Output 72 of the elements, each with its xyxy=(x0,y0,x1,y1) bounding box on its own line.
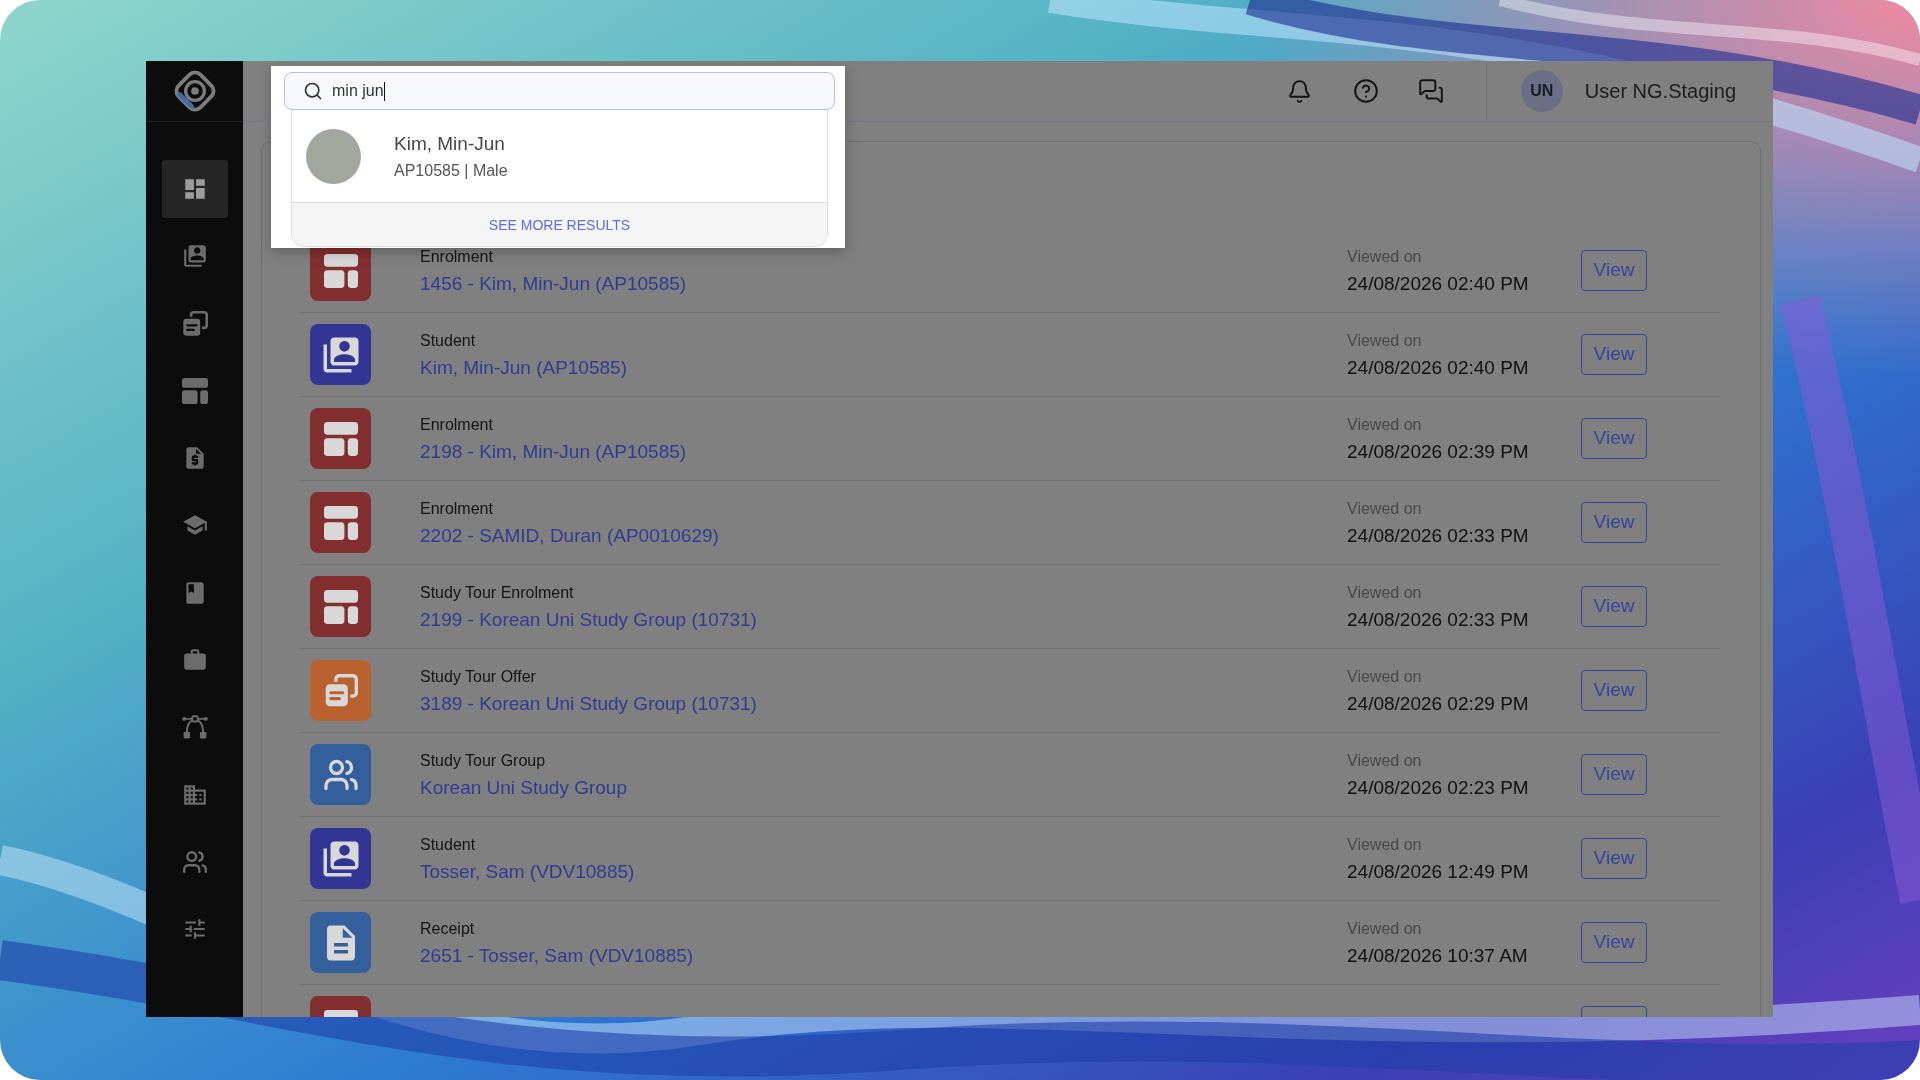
layout-icon xyxy=(310,408,371,469)
viewed-date: 24/08/2026 02:40 PM xyxy=(1347,273,1530,295)
text-caret-icon xyxy=(383,81,385,101)
view-button[interactable]: View xyxy=(1581,754,1647,795)
viewed-on-label: Viewed on xyxy=(1347,753,1423,769)
viewed-date: 24/08/2026 10:37 AM xyxy=(1347,945,1529,967)
record-type-label: Enrolment xyxy=(420,417,494,433)
search-icon xyxy=(303,81,323,101)
record-type-label: Study Tour Enrolment xyxy=(420,585,575,601)
record-type-label: Student xyxy=(420,333,477,349)
record-link[interactable]: 2199 - Korean Uni Study Group (10731) xyxy=(420,609,757,631)
viewed-date: 24/08/2026 02:33 PM xyxy=(1347,525,1530,547)
result-details: AP10585 | Male xyxy=(394,161,508,180)
viewed-on-label: Viewed on xyxy=(1347,837,1423,853)
layout-icon xyxy=(181,377,208,404)
people-icon xyxy=(310,744,371,805)
chat-bubbles-icon xyxy=(1417,78,1444,104)
bezier-nodes-icon xyxy=(181,714,208,741)
stacked-cards-icon xyxy=(181,310,208,337)
record-link[interactable]: Tosser, Sam (VDV10885) xyxy=(420,861,635,883)
viewed-date: 24/08/2026 02:39 PM xyxy=(1347,441,1530,463)
layout-icon xyxy=(310,492,371,553)
logo-icon[interactable] xyxy=(172,69,217,113)
user-name[interactable]: User NG.Staging xyxy=(1584,79,1736,103)
view-button[interactable]: View xyxy=(1581,334,1647,375)
viewed-on-label: Viewed on xyxy=(1347,585,1423,601)
viewed-on-label: Viewed on xyxy=(1347,501,1423,517)
people-icon xyxy=(181,848,208,875)
search-input[interactable]: min jun xyxy=(284,72,835,110)
view-button[interactable]: View xyxy=(1581,502,1647,543)
viewed-on-label: Viewed on xyxy=(1347,249,1423,265)
viewed-date: 24/08/2026 02:29 PM xyxy=(1347,693,1530,715)
help-icon xyxy=(1352,78,1379,104)
stacked-cards-icon xyxy=(310,660,371,721)
viewed-on-label: Viewed on xyxy=(1347,417,1423,433)
view-button[interactable]: View xyxy=(1581,418,1647,459)
viewed-date: 24/08/2026 02:23 PM xyxy=(1347,777,1530,799)
record-link[interactable]: 1456 - Kim, Min-Jun (AP10585) xyxy=(420,273,687,295)
record-link[interactable]: Kim, Min-Jun (AP10585) xyxy=(420,357,627,379)
view-button[interactable]: View xyxy=(1581,838,1647,879)
layout-icon xyxy=(310,576,371,637)
record-type-label: Student xyxy=(420,837,477,853)
sidebar-nav-button[interactable] xyxy=(161,160,228,218)
record-link[interactable]: 2202 - SAMID, Duran (AP0010629) xyxy=(420,525,719,547)
user-avatar[interactable]: UN xyxy=(1520,70,1563,112)
avatar-photo-placeholder xyxy=(306,128,361,184)
viewed-date: 24/08/2026 12:49 PM xyxy=(1347,861,1530,883)
viewed-on-label: Viewed on xyxy=(1347,669,1423,685)
viewed-on-label: Viewed on xyxy=(1347,333,1423,349)
record-type-label: Study Tour Group xyxy=(420,753,547,769)
view-button[interactable]: View xyxy=(1581,250,1647,291)
contact-card-icon xyxy=(310,324,371,385)
record-type-label: Study Tour Offer xyxy=(420,669,537,685)
document-icon xyxy=(310,912,371,973)
record-link[interactable]: 3189 - Korean Uni Study Group (10731) xyxy=(420,693,757,715)
view-button[interactable]: View xyxy=(1581,586,1647,627)
viewed-date: 24/08/2026 02:33 PM xyxy=(1347,609,1530,631)
viewed-on-label: Viewed on xyxy=(1347,921,1423,937)
record-link[interactable]: Korean Uni Study Group xyxy=(420,777,627,799)
contact-card-icon xyxy=(310,828,371,889)
record-link[interactable]: 2651 - Tosser, Sam (VDV10885) xyxy=(420,945,694,967)
contact-card-icon xyxy=(181,243,208,270)
record-type-label: Enrolment xyxy=(420,249,494,265)
record-type-label: Enrolment xyxy=(420,501,494,517)
record-type-label: Receipt xyxy=(420,921,476,937)
bell-icon xyxy=(1287,78,1313,104)
view-button[interactable]: View xyxy=(1581,670,1647,711)
see-more-results-link[interactable]: SEE MORE RESULTS xyxy=(488,216,631,233)
result-name: Kim, Min-Jun xyxy=(394,132,506,155)
record-link[interactable]: 2198 - Kim, Min-Jun (AP10585) xyxy=(420,441,687,463)
viewed-date: 24/08/2026 02:40 PM xyxy=(1347,357,1530,379)
view-button[interactable]: View xyxy=(1581,922,1647,963)
